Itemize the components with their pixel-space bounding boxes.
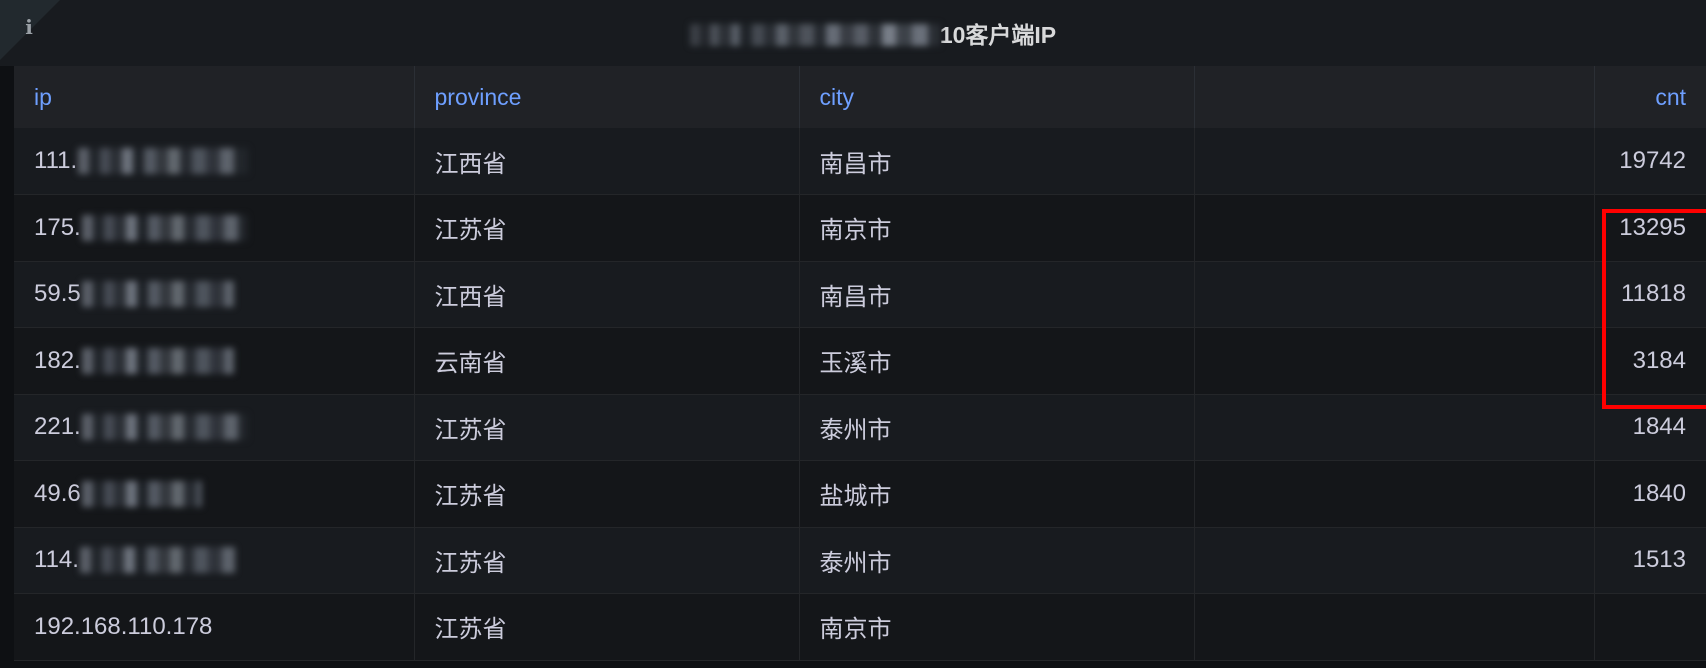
cell-ip: 175. bbox=[14, 194, 415, 262]
column-header-spacer[interactable] bbox=[1194, 66, 1595, 128]
panel-title[interactable]: 10客户端IP bbox=[689, 16, 1057, 50]
table-row[interactable]: 175. 江苏省 南京市 13295 bbox=[14, 194, 1706, 262]
ip-prefix-text: 49.6 bbox=[34, 479, 81, 507]
cell-province: 江西省 bbox=[414, 261, 800, 328]
cell-spacer bbox=[1194, 327, 1595, 395]
cell-cnt bbox=[1594, 593, 1706, 661]
table-row[interactable]: 192.168.110.178 江苏省 南京市 bbox=[14, 593, 1706, 661]
cell-ip: 192.168.110.178 bbox=[14, 593, 415, 661]
column-header-cnt[interactable]: cnt bbox=[1594, 66, 1706, 128]
cell-ip: 111. bbox=[14, 128, 415, 195]
cell-ip: 221. bbox=[14, 394, 415, 461]
cell-province: 江西省 bbox=[414, 128, 800, 195]
table-row[interactable]: 59.5 江西省 南昌市 11818 bbox=[14, 261, 1706, 328]
table-row[interactable]: 114. 江苏省 泰州市 1513 bbox=[14, 527, 1706, 594]
ip-redacted-text bbox=[81, 281, 234, 308]
table-container[interactable]: ip province city cnt 111. 江西省 南昌市 19742 175… bbox=[0, 66, 1706, 668]
cell-ip: 114. bbox=[14, 527, 415, 594]
cell-ip: 49.6 bbox=[14, 460, 415, 528]
ip-prefix-text: 182. bbox=[34, 346, 81, 374]
ip-prefix-text: 114. bbox=[34, 546, 79, 574]
ip-redacted-text bbox=[81, 214, 247, 241]
cell-spacer bbox=[1194, 394, 1595, 461]
table-row[interactable]: 111. 江西省 南昌市 19742 bbox=[14, 128, 1706, 195]
ip-prefix-text: 192.168.110.178 bbox=[34, 612, 213, 640]
panel-header: i 10客户端IP bbox=[0, 0, 1706, 66]
ip-redacted-text bbox=[81, 414, 247, 441]
ip-prefix-text: 111. bbox=[34, 147, 78, 174]
column-header-ip[interactable]: ip bbox=[14, 66, 415, 128]
cell-spacer bbox=[1194, 593, 1595, 661]
cell-province: 江苏省 bbox=[414, 460, 800, 528]
ip-prefix-text: 59.5 bbox=[34, 280, 81, 308]
cell-city: 南京市 bbox=[799, 194, 1195, 262]
table-header-row: ip province city cnt bbox=[14, 66, 1706, 128]
cell-province: 江苏省 bbox=[414, 527, 800, 594]
cell-cnt: 1844 bbox=[1594, 394, 1706, 461]
table-row[interactable]: 49.6 江苏省 盐城市 1840 bbox=[14, 460, 1706, 528]
cell-province: 云南省 bbox=[414, 327, 800, 395]
grafana-table-panel: i 10客户端IP ip province city cnt 111. 江西省 … bbox=[0, 0, 1706, 668]
cell-spacer bbox=[1194, 527, 1595, 594]
cell-cnt: 11818 bbox=[1594, 261, 1706, 328]
cell-cnt: 3184 bbox=[1594, 327, 1706, 395]
cell-province: 江苏省 bbox=[414, 394, 800, 461]
ip-stats-table: ip province city cnt 111. 江西省 南昌市 19742 175… bbox=[14, 66, 1706, 661]
cell-city: 盐城市 bbox=[799, 460, 1195, 528]
cell-city: 南昌市 bbox=[799, 128, 1195, 195]
table-head: ip province city cnt bbox=[14, 66, 1706, 128]
table-row[interactable]: 182. 云南省 玉溪市 3184 bbox=[14, 327, 1706, 395]
panel-title-text: 10客户端IP bbox=[939, 22, 1057, 48]
ip-prefix-text: 221. bbox=[34, 413, 81, 441]
cell-spacer bbox=[1194, 261, 1595, 328]
cell-city: 泰州市 bbox=[799, 527, 1195, 594]
column-header-city[interactable]: city bbox=[799, 66, 1195, 128]
cell-province: 江苏省 bbox=[414, 194, 800, 262]
cell-city: 玉溪市 bbox=[799, 327, 1195, 395]
cell-province: 江苏省 bbox=[414, 593, 800, 661]
table-row[interactable]: 221. 江苏省 泰州市 1844 bbox=[14, 394, 1706, 461]
column-header-province[interactable]: province bbox=[414, 66, 800, 128]
info-icon[interactable]: i bbox=[20, 16, 38, 38]
ip-redacted-text bbox=[79, 547, 235, 574]
cell-city: 泰州市 bbox=[799, 394, 1195, 461]
cell-spacer bbox=[1194, 460, 1595, 528]
table-body: 111. 江西省 南昌市 19742 175. 江苏省 南京市 13295 59.5 江西省南… bbox=[14, 128, 1706, 661]
cell-city: 南昌市 bbox=[799, 261, 1195, 328]
cell-ip: 182. bbox=[14, 327, 415, 395]
cell-cnt: 13295 bbox=[1594, 194, 1706, 262]
ip-redacted-text bbox=[78, 148, 249, 174]
ip-redacted-text bbox=[81, 347, 234, 374]
cell-cnt: 1513 bbox=[1594, 527, 1706, 594]
ip-prefix-text: 175. bbox=[34, 213, 81, 241]
cell-city: 南京市 bbox=[799, 593, 1195, 661]
cell-cnt: 19742 bbox=[1594, 128, 1706, 195]
cell-spacer bbox=[1194, 128, 1595, 195]
cell-cnt: 1840 bbox=[1594, 460, 1706, 528]
cell-spacer bbox=[1194, 194, 1595, 262]
panel-title-redacted-text bbox=[689, 24, 940, 46]
ip-redacted-text bbox=[81, 480, 202, 507]
cell-ip: 59.5 bbox=[14, 261, 415, 328]
